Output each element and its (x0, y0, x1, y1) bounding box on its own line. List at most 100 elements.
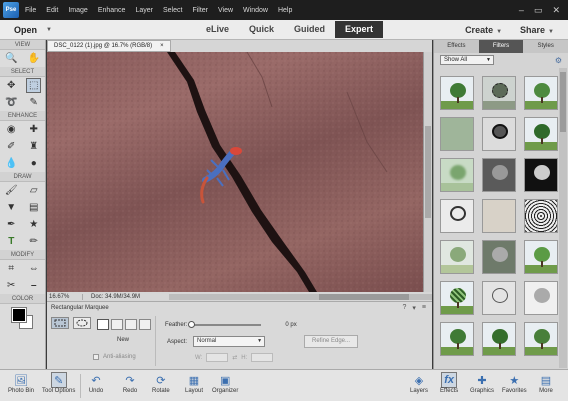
add-selection-option[interactable] (111, 319, 123, 330)
image-canvas[interactable] (47, 52, 423, 292)
gear-icon[interactable]: ⚙ (555, 56, 562, 65)
subtract-selection-option[interactable] (125, 319, 137, 330)
hand-tool-icon[interactable]: ✋ (26, 51, 41, 66)
new-selection-option[interactable] (97, 319, 109, 330)
close-window-button[interactable]: ✕ (552, 5, 560, 16)
filter-thumbnail[interactable] (482, 281, 516, 315)
zoom-level[interactable]: 16.67% (47, 293, 83, 300)
redo-button[interactable]: ↷ Redo (122, 372, 138, 395)
rotate-button[interactable]: ⟳ Rotate (152, 372, 170, 395)
filter-thumbnail[interactable] (482, 322, 516, 356)
organizer-button[interactable]: ▣ Organizer (212, 372, 238, 395)
custom-shape-tool-icon[interactable]: ★ (26, 217, 41, 232)
filter-thumbnail[interactable] (482, 76, 516, 110)
intersect-selection-option[interactable] (139, 319, 151, 330)
filter-thumbnail[interactable] (440, 117, 474, 151)
red-eye-tool-icon[interactable]: ◉ (4, 122, 19, 137)
clone-stamp-tool-icon[interactable]: ♜ (26, 139, 41, 154)
effects-button[interactable]: fx Effects (440, 372, 458, 394)
show-all-select[interactable]: Show All ▼ (440, 55, 494, 65)
filter-thumbnail[interactable] (524, 76, 558, 110)
document-tab[interactable]: DSC_0122 (1).jpg @ 16.7% (RGB/8) × (47, 40, 171, 52)
more-button[interactable]: ▤ More (538, 372, 554, 395)
content-aware-move-tool-icon[interactable]: ✂ (4, 278, 19, 293)
height-field[interactable] (251, 353, 274, 362)
help-icon[interactable]: ? (402, 304, 406, 312)
menu-enhance[interactable]: Enhance (98, 7, 126, 14)
filter-thumbnail[interactable] (482, 158, 516, 192)
tab-filters[interactable]: Filters (478, 40, 524, 53)
elliptical-marquee-option[interactable] (73, 317, 91, 329)
sponge-tool-icon[interactable]: ● (26, 156, 41, 171)
rectangular-marquee-tool-icon[interactable]: ⬚ (26, 78, 42, 93)
maximize-button[interactable]: ▭ (534, 5, 543, 16)
create-button[interactable]: Create ▼ (465, 25, 502, 35)
gradient-tool-icon[interactable]: ▤ (26, 200, 41, 215)
open-button[interactable]: Open ▼ (14, 25, 52, 35)
rectangular-marquee-option[interactable] (51, 317, 69, 329)
paint-bucket-tool-icon[interactable]: ▼ (4, 200, 19, 215)
straighten-tool-icon[interactable]: ⎯ (26, 278, 41, 293)
width-field[interactable] (206, 353, 229, 362)
spot-healing-tool-icon[interactable]: ✚ (26, 122, 41, 137)
menu-view[interactable]: View (218, 7, 233, 14)
graphics-button[interactable]: ✚ Graphics (470, 372, 494, 395)
filter-thumbnail[interactable] (524, 158, 558, 192)
anti-aliasing-option[interactable]: Anti-aliasing (93, 354, 136, 360)
menu-window[interactable]: Window (243, 7, 268, 14)
slider-handle[interactable] (188, 321, 196, 328)
photo-bin-button[interactable]: 🖼 Photo Bin (8, 372, 34, 395)
feather-slider[interactable] (188, 321, 262, 328)
filter-thumbnail[interactable] (524, 281, 558, 315)
filter-thumbnail[interactable] (440, 281, 474, 315)
smart-brush-tool-icon[interactable]: ✐ (4, 139, 19, 154)
minimize-button[interactable]: – (519, 5, 524, 16)
filter-thumbnail[interactable] (524, 199, 558, 233)
pencil-tool-icon[interactable]: ✏ (26, 234, 41, 249)
color-swatches[interactable] (0, 304, 45, 332)
filter-thumbnail[interactable] (482, 117, 516, 151)
swap-icon[interactable]: ⇄ (232, 354, 237, 361)
mode-expert[interactable]: Expert (335, 21, 384, 38)
filter-thumbnail[interactable] (524, 240, 558, 274)
filter-thumbnail[interactable] (440, 199, 474, 233)
canvas-horizontal-scrollbar[interactable] (169, 293, 432, 300)
lasso-tool-icon[interactable]: ➰ (4, 95, 19, 110)
document-size[interactable]: Doc: 34.9M/34.9M (83, 294, 163, 300)
close-icon[interactable]: × (160, 41, 164, 51)
filter-thumbnail[interactable] (482, 199, 516, 233)
scroll-thumb[interactable] (425, 126, 431, 218)
menu-edit[interactable]: Edit (46, 7, 58, 14)
brush-tool-icon[interactable]: 🖌 (4, 183, 19, 198)
foreground-color-swatch[interactable] (11, 307, 27, 323)
crop-tool-icon[interactable]: ⌗ (4, 261, 19, 276)
mode-guided[interactable]: Guided (284, 21, 335, 38)
mode-elive[interactable]: eLive (196, 21, 239, 38)
scroll-thumb[interactable] (560, 72, 566, 132)
move-tool-icon[interactable]: ✥ (4, 78, 19, 93)
menu-help[interactable]: Help (278, 7, 292, 14)
eraser-tool-icon[interactable]: ▱ (26, 183, 41, 198)
filter-thumbnail[interactable] (524, 322, 558, 356)
favorites-button[interactable]: ★ Favorites (502, 372, 527, 395)
zoom-tool-icon[interactable]: 🔍 (4, 51, 19, 66)
menu-image[interactable]: Image (68, 7, 87, 14)
refine-edge-button[interactable]: Refine Edge... (304, 335, 358, 348)
layout-button[interactable]: ▦ Layout (185, 372, 203, 395)
menu-filter[interactable]: Filter (192, 7, 208, 14)
filter-thumbnail[interactable] (440, 158, 474, 192)
menu-file[interactable]: File (25, 7, 36, 14)
type-tool-icon[interactable]: T (4, 234, 19, 249)
chevron-down-icon[interactable]: ▾ (412, 304, 416, 312)
menu-select[interactable]: Select (163, 7, 182, 14)
scroll-thumb[interactable] (319, 293, 409, 300)
menu-layer[interactable]: Layer (135, 7, 153, 14)
anti-aliasing-checkbox[interactable] (93, 354, 99, 360)
undo-button[interactable]: ↶ Undo (88, 372, 104, 395)
share-button[interactable]: Share ▼ (520, 25, 554, 35)
panel-scrollbar[interactable] (559, 68, 567, 368)
filter-thumbnail[interactable] (482, 240, 516, 274)
aspect-select[interactable]: Normal ▼ (193, 336, 266, 347)
filter-thumbnail[interactable] (440, 76, 474, 110)
filter-thumbnail[interactable] (440, 240, 474, 274)
